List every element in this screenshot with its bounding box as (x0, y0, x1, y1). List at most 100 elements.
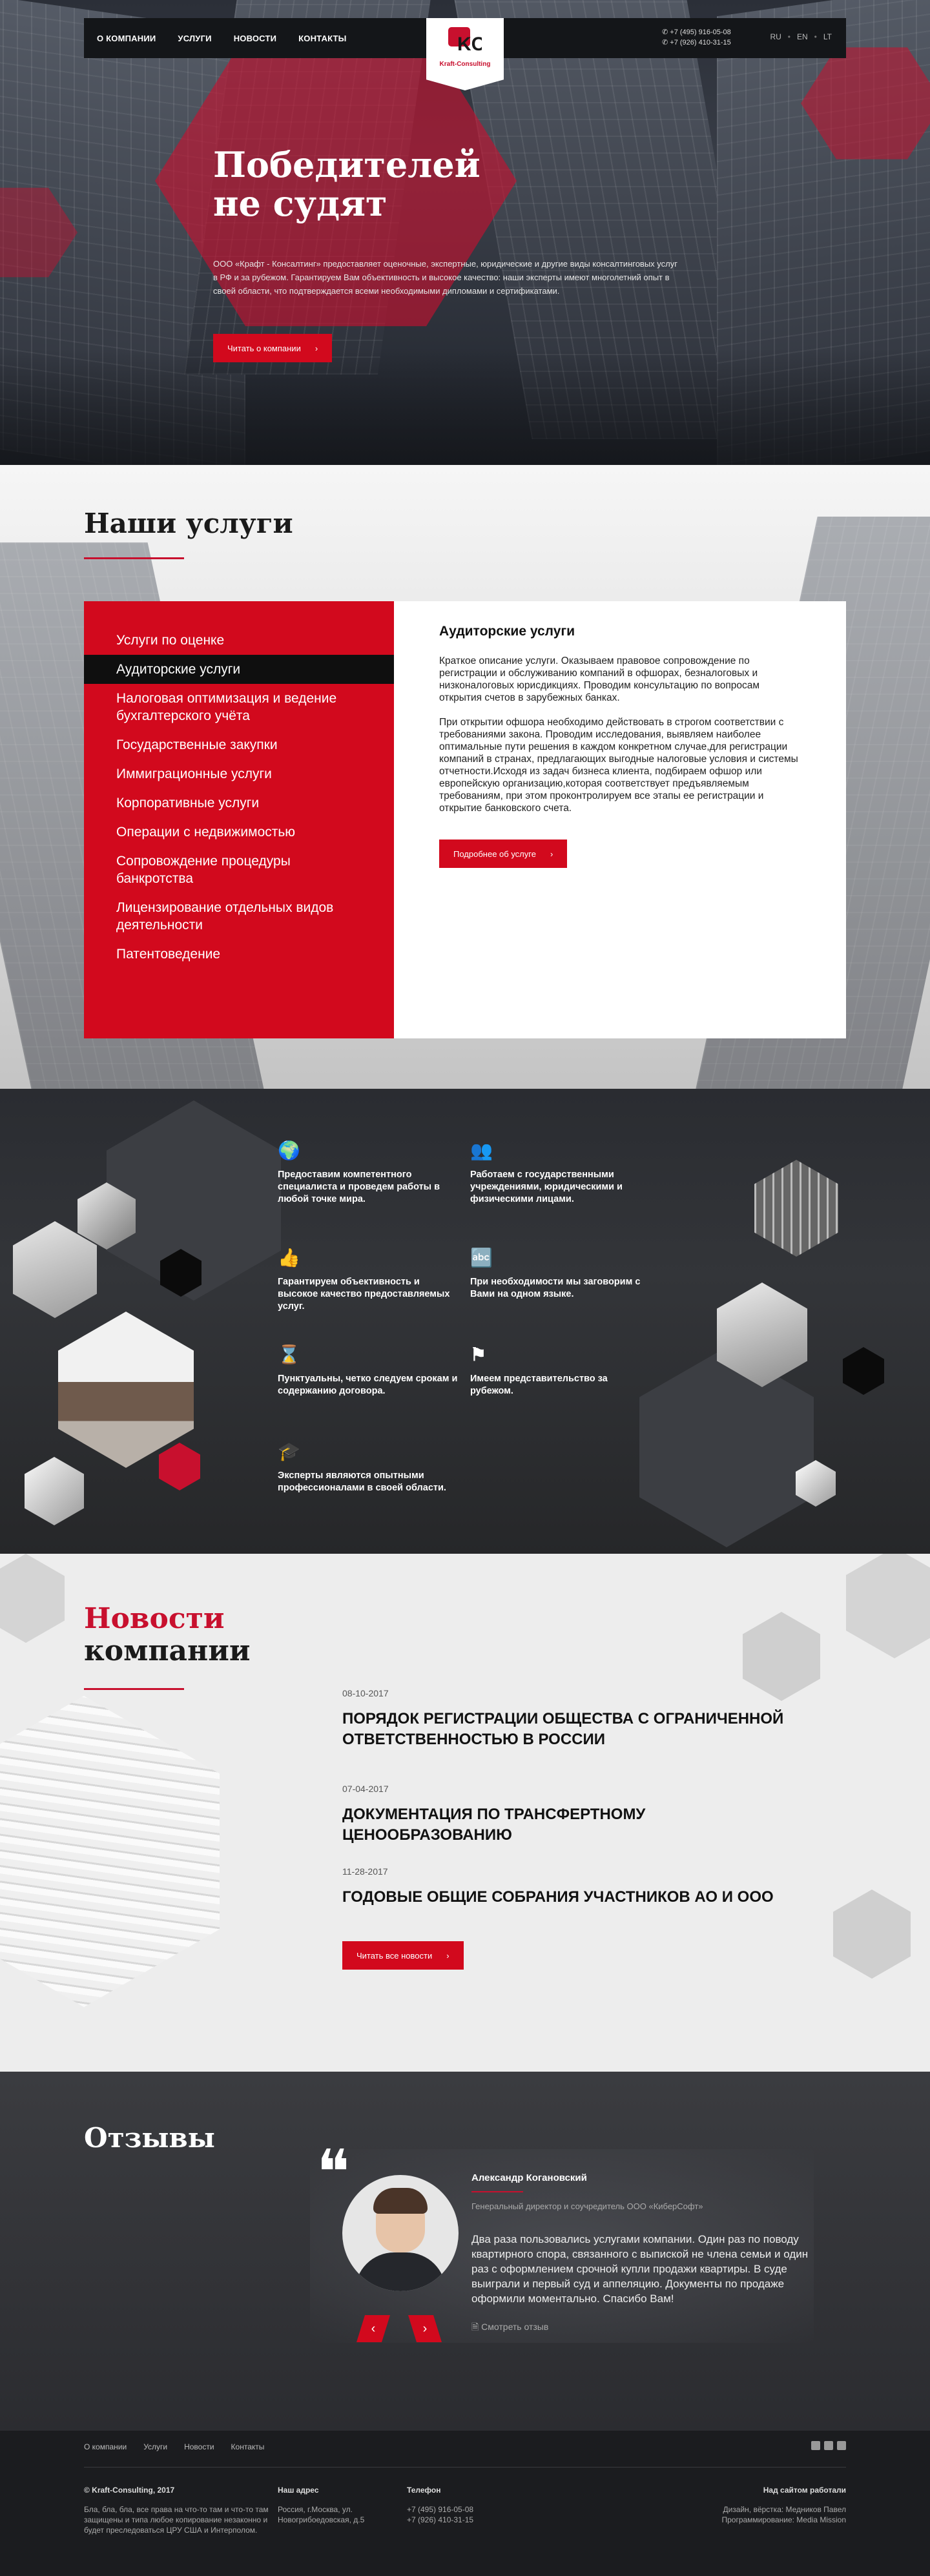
news-date: 07-04-2017 (342, 1784, 389, 1794)
news-section: Новости компании 08-10-2017 ПОРЯДОК РЕГИ… (0, 1554, 930, 2072)
footer-phone-1[interactable]: +7 (495) 916-05-08 (407, 2504, 530, 2515)
name-underline (471, 2191, 523, 2192)
header-phones: ✆ +7 (495) 916-05-08 ✆ +7 (926) 410-31-1… (662, 27, 731, 48)
service-item[interactable]: Государственные закупки (84, 730, 394, 759)
photo-hexagon-building (754, 1160, 838, 1257)
translate-icon: 🔤 (470, 1248, 493, 1268)
advantage-item: ⚑ Имеем представительство за рубежом. (470, 1345, 608, 1396)
service-detail-title: Аудиторские услуги (439, 624, 575, 639)
credits-programming: Программирование: Media Mission (721, 2515, 846, 2524)
phone-1[interactable]: ✆ +7 (495) 916-05-08 (662, 27, 731, 37)
service-item[interactable]: Патентоведение (84, 940, 394, 969)
people-icon: 👥 (470, 1140, 493, 1160)
service-item[interactable]: Услуги по оценке (84, 626, 394, 655)
news-headline[interactable]: ГОДОВЫЕ ОБЩИЕ СОБРАНИЯ УЧАСТНИКОВ АО И О… (342, 1887, 807, 1908)
service-detail-panel: Аудиторские услуги Краткое описание услу… (394, 601, 846, 1038)
nav-about[interactable]: О КОМПАНИИ (97, 34, 156, 43)
credits-design: Дизайн, вёрстка: Медников Павел (723, 2505, 846, 2514)
nav-news[interactable]: НОВОСТИ (234, 34, 276, 43)
services-section: Наши услуги Услуги по оценке Аудиторские… (0, 465, 930, 1089)
address-title: Наш адрес (278, 2486, 319, 2495)
facebook-icon[interactable] (811, 2441, 820, 2450)
reviewer-role: Генеральный директор и соучредитель ООО … (471, 2201, 703, 2211)
phone-title: Телефон (407, 2486, 441, 2495)
service-item-active[interactable]: Аудиторские услуги (84, 655, 417, 684)
nav-services[interactable]: УСЛУГИ (178, 34, 211, 43)
read-all-news-button[interactable]: Читать все новости › (342, 1941, 464, 1970)
lang-en[interactable]: EN (797, 32, 808, 41)
footer-nav: О компании Услуги Новости Контакты (84, 2442, 264, 2451)
news-headline[interactable]: ДОКУМЕНТАЦИЯ ПО ТРАНСФЕРТНОМУ ЦЕНООБРАЗО… (342, 1804, 807, 1846)
twitter-icon[interactable] (824, 2441, 833, 2450)
address-text: Россия, г.Москва, ул. Новогрибоедовская,… (278, 2505, 365, 2524)
chevron-right-icon: › (550, 849, 553, 859)
hexagon-decoration (159, 1443, 200, 1490)
read-about-company-button[interactable]: Читать о компании › (213, 334, 333, 362)
review-content: Александр Когановский Генеральный директ… (471, 2172, 820, 2336)
photo-hexagon-office (58, 1312, 194, 1468)
hourglass-icon: ⌛ (278, 1345, 300, 1365)
footer-phone-2[interactable]: +7 (926) 410-31-15 (407, 2515, 530, 2525)
reviews-title: Отзывы (84, 2122, 215, 2154)
language-switcher: RU • EN • LT (770, 32, 832, 41)
graduation-cap-icon: 🎓 (278, 1441, 300, 1461)
document-icon: 🗎 (471, 2322, 479, 2332)
hexagon-decoration (0, 1554, 65, 1643)
avatar-body (355, 2252, 446, 2291)
hexagon-decoration (639, 1347, 814, 1547)
footer-credits: Над сайтом работали Дизайн, вёрстка: Мед… (665, 2485, 846, 2525)
news-date: 08-10-2017 (342, 1688, 389, 1698)
lang-separator: • (787, 32, 790, 41)
advantage-item: ⌛ Пунктуальны, четко следуем срокам и со… (278, 1345, 458, 1396)
news-date: 11-28-2017 (342, 1866, 388, 1877)
logo[interactable]: KC Kraft-Consulting (426, 18, 504, 90)
hexagon-decoration (833, 1890, 911, 1979)
footer-nav-news[interactable]: Новости (184, 2442, 214, 2451)
photo-hexagon (25, 1457, 84, 1525)
footer-nav-contacts[interactable]: Контакты (231, 2442, 265, 2451)
service-item[interactable]: Корпоративные услуги (84, 788, 394, 818)
advantage-item: 🌍 Предоставим компетентного специалиста … (278, 1140, 440, 1204)
copyright-text: © Kraft-Consulting, 2017 (84, 2486, 175, 2495)
top-navigation-bar: О КОМПАНИИ УСЛУГИ НОВОСТИ КОНТАКТЫ KC Kr… (84, 18, 846, 90)
nav-contacts[interactable]: КОНТАКТЫ (298, 34, 346, 43)
news-item[interactable]: 07-04-2017 ДОКУМЕНТАЦИЯ ПО ТРАНСФЕРТНОМУ… (342, 1784, 807, 1846)
lang-separator: • (814, 32, 817, 41)
footer-phone: Телефон +7 (495) 916-05-08 +7 (926) 410-… (407, 2485, 530, 2525)
hero-shade (0, 349, 930, 465)
news-item[interactable]: 11-28-2017 ГОДОВЫЕ ОБЩИЕ СОБРАНИЯ УЧАСТН… (342, 1866, 807, 1908)
vk-icon[interactable] (837, 2441, 846, 2450)
lang-ru[interactable]: RU (770, 32, 781, 41)
disclaimer-text: Бла, бла, бла, все права на что-то там и… (84, 2505, 269, 2535)
footer-address: Наш адрес Россия, г.Москва, ул. Новогриб… (278, 2485, 400, 2525)
title-underline (84, 1688, 184, 1690)
service-item[interactable]: Налоговая оптимизация и ведение бухгалте… (84, 684, 394, 730)
service-detail-text: При открытии офшора необходимо действова… (439, 717, 798, 814)
services-title: Наши услуги (84, 508, 293, 539)
footer-nav-services[interactable]: Услуги (143, 2442, 167, 2451)
chevron-right-icon: › (315, 343, 318, 353)
chevron-right-icon: › (446, 1950, 450, 1961)
advantage-item: 🎓 Эксперты являются опытными профессиона… (278, 1441, 446, 1493)
news-headline[interactable]: ПОРЯДОК РЕГИСТРАЦИИ ОБЩЕСТВА С ОГРАНИЧЕН… (342, 1709, 807, 1750)
news-title: Новости компании (84, 1602, 251, 1667)
avatar-hair (373, 2188, 428, 2214)
phone-2[interactable]: ✆ +7 (926) 410-31-15 (662, 37, 731, 48)
service-detail-text: Краткое описание услуги. Оказываем право… (439, 655, 760, 703)
service-item[interactable]: Иммиграционные услуги (84, 759, 394, 788)
service-item[interactable]: Операции с недвижимостью (84, 818, 394, 847)
review-text: Два раза пользовались услугами компании.… (471, 2233, 809, 2305)
credits-title: Над сайтом работали (763, 2486, 846, 2495)
documents-image-hexagon (0, 1696, 220, 2007)
news-item[interactable]: 08-10-2017 ПОРЯДОК РЕГИСТРАЦИИ ОБЩЕСТВА … (342, 1688, 807, 1750)
hero-description: ООО «Крафт - Консалтинг» предоставляет о… (213, 259, 677, 296)
advantage-item: 🔤 При необходимости мы заговорим с Вами … (470, 1248, 641, 1299)
footer-copyright: © Kraft-Consulting, 2017 Бла, бла, бла, … (84, 2485, 271, 2535)
advantage-item: 👍 Гарантируем объективность и высокое ка… (278, 1248, 450, 1312)
service-item[interactable]: Лицензирование отдельных видов деятельно… (84, 893, 394, 940)
service-details-button[interactable]: Подробнее об услуге › (439, 840, 568, 868)
footer-nav-about[interactable]: О компании (84, 2442, 127, 2451)
view-review-link[interactable]: 🗎 Смотреть отзыв (471, 2320, 820, 2336)
service-item[interactable]: Сопровождение процедуры банкротства (84, 847, 394, 893)
lang-lt[interactable]: LT (823, 32, 832, 41)
